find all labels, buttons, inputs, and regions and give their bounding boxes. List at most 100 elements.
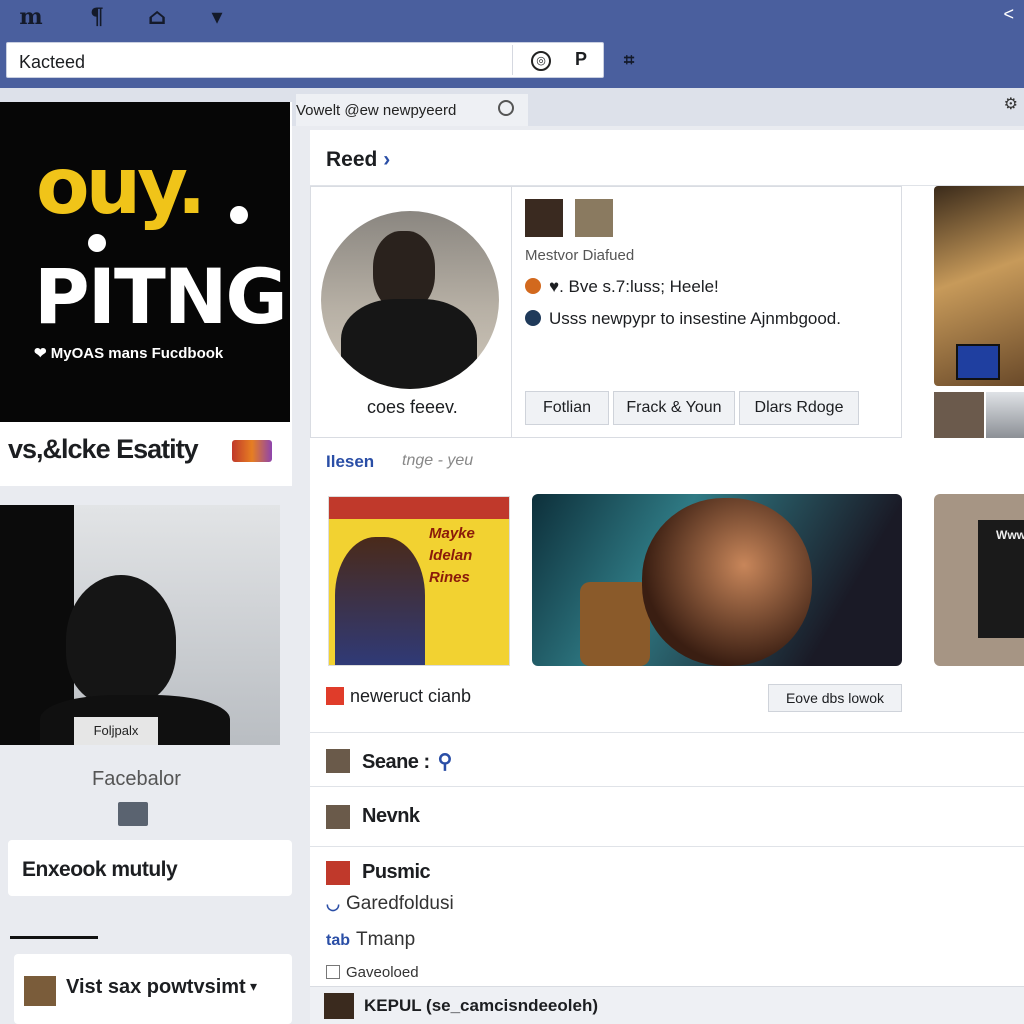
profile-update: Usss newpypr to insestine Ajnmbgood.: [525, 309, 841, 329]
promo-caption: vs,&lcke Esatity: [8, 434, 199, 464]
grid-icon[interactable]: ⌗: [624, 50, 634, 71]
post-link[interactable]: neweruct cianb: [326, 686, 471, 707]
feed-title-text: Reed: [326, 148, 378, 171]
feed-title[interactable]: Reed ›: [326, 148, 390, 172]
mutual-box-label: Enxeook mutuly: [22, 858, 178, 881]
main-feed: Reed › coes feeev. Mestvor Diafued ♥. Bv…: [310, 130, 1024, 1024]
avatar: [324, 993, 354, 1019]
side-photo[interactable]: [934, 186, 1024, 386]
section-subtitle: tnge - yeu: [402, 452, 474, 469]
list-item-label: Seane : ⚲: [362, 749, 452, 774]
search-input[interactable]: Kacteed ◎ P: [6, 42, 604, 78]
post-button[interactable]: Eove dbs lowok: [768, 684, 902, 712]
heart-icon: [525, 278, 541, 294]
list-item-label: Nevnk: [362, 805, 420, 827]
magazine-text: Mayke Idelan Rines: [429, 525, 475, 586]
profile-update-text: Usss newpypr to insestine Ajnmbgood.: [549, 309, 841, 328]
magnifier-icon[interactable]: [498, 100, 514, 116]
avatar: [326, 805, 350, 829]
list-item-label: Pusmic: [362, 861, 431, 883]
brand-label: Facebalor: [92, 768, 181, 790]
promo-headline-2: PITNG: [34, 252, 288, 341]
photo-tag: Foljpalx: [74, 717, 158, 745]
magazine-thumbnail[interactable]: Mayke Idelan Rines: [328, 496, 510, 666]
search-divider: [512, 45, 513, 75]
sub-item[interactable]: tab Tmanp: [326, 929, 415, 951]
search-value: Kacteed: [19, 52, 86, 72]
bottom-entry-label: KEPUL (se_camcisndeeoleh): [364, 996, 598, 1015]
bottom-dropdown-label: Vist sax powtvsimt: [66, 976, 246, 998]
secondary-search[interactable]: Vowelt @ew newpyeerd: [296, 94, 528, 126]
bookmark-icon[interactable]: ¶: [84, 4, 110, 30]
profile-name[interactable]: coes feeev.: [367, 397, 458, 418]
photo-face: [642, 498, 812, 666]
profile-button-2[interactable]: Frack & Youn: [613, 391, 735, 425]
magazine-figure: [335, 537, 425, 665]
mutual-box[interactable]: Enxeook mutuly: [8, 840, 292, 896]
chevron-right-icon[interactable]: ›: [383, 148, 390, 171]
profile-status-text: ♥. Bve s.7:luss; Heele!: [549, 277, 719, 296]
badge-icon: [232, 440, 272, 462]
bottom-entry[interactable]: KEPUL (se_camcisndeeoleh): [310, 986, 1024, 1024]
tv-label: Www: [996, 528, 1024, 542]
friend-thumb[interactable]: [575, 199, 613, 237]
collapse-icon[interactable]: <: [1003, 4, 1014, 25]
profile-divider: [511, 187, 512, 437]
avatar: [326, 861, 350, 885]
promo-banner[interactable]: ouy. PITNG ❤ MyOAS mans Fucdbook: [0, 102, 290, 422]
list-item[interactable]: Nevnk: [310, 786, 1024, 846]
sub-item-label: Garedfoldusi: [345, 893, 454, 914]
monitor-icon: [956, 344, 1000, 380]
feed-header: Reed ›: [310, 130, 1024, 186]
globe-icon: [525, 310, 541, 326]
promo-card[interactable]: ouy. PITNG ❤ MyOAS mans Fucdbook vs,&lck…: [0, 102, 292, 486]
friend-thumb[interactable]: [525, 199, 563, 237]
checkbox-icon[interactable]: [326, 965, 340, 979]
avatar: [326, 749, 350, 773]
section-title[interactable]: Ilesen: [326, 452, 374, 472]
magazine-header: [329, 497, 509, 519]
list-item[interactable]: Seane : ⚲: [310, 732, 1024, 786]
profile-button-1[interactable]: Fotlian: [525, 391, 609, 425]
promo-tagline: ❤ MyOAS mans Fucdbook: [34, 345, 224, 362]
smile-icon: ◡: [326, 896, 340, 913]
side-thumb[interactable]: [934, 392, 984, 438]
settings-icon[interactable]: ⚙: [1004, 94, 1018, 114]
avatar: [24, 976, 56, 1006]
search-icon[interactable]: ◎: [531, 51, 551, 71]
list-note[interactable]: Gaveoloed: [326, 964, 419, 981]
list-item-text: Seane :: [362, 751, 430, 773]
home-icon[interactable]: ⌂: [144, 4, 170, 30]
pin-icon[interactable]: ⚲: [438, 751, 453, 773]
list-note-text: Gaveoloed: [346, 964, 419, 981]
profile-meta: Mestvor Diafued: [525, 247, 635, 264]
promo-dot-2: [88, 234, 106, 252]
bottom-dropdown[interactable]: Vist sax powtvsimt ▾: [14, 954, 292, 1024]
profile-button-3[interactable]: Dlars Rdoge: [739, 391, 859, 425]
sub-item[interactable]: ◡ Garedfoldusi: [326, 893, 454, 915]
m-icon[interactable]: m: [18, 4, 44, 30]
secondary-search-text: Vowelt @ew newpyeerd: [296, 102, 457, 119]
avatar-body: [341, 299, 477, 389]
featured-photo[interactable]: [532, 494, 902, 666]
promo-dot: [230, 206, 248, 224]
image-icon[interactable]: [118, 802, 148, 826]
tab-label: tab: [326, 932, 350, 949]
photo-object: [580, 582, 650, 666]
promo-headline-1: ouy.: [36, 142, 206, 232]
divider: [10, 936, 98, 939]
photo-head: [66, 575, 176, 705]
profile-card: coes feeev. Mestvor Diafued ♥. Bve s.7:l…: [310, 186, 902, 438]
flag-icon: [326, 687, 344, 705]
chevron-down-icon[interactable]: ▾: [250, 978, 257, 995]
top-bar: m ¶ ⌂ ▾ < Kacteed ◎ P ⌗: [0, 0, 1024, 88]
person-photo[interactable]: Foljpalx: [0, 505, 280, 745]
sub-item-label: Tmanp: [356, 929, 416, 950]
profile-status: ♥. Bve s.7:luss; Heele!: [525, 277, 719, 297]
side-thumb[interactable]: [986, 392, 1024, 438]
profile-icon[interactable]: ▾: [204, 4, 230, 30]
pin-icon[interactable]: P: [575, 49, 587, 70]
profile-avatar[interactable]: [321, 211, 499, 389]
post-link-text: neweruct cianb: [350, 686, 472, 706]
tv-thumbnail[interactable]: Www: [934, 494, 1024, 666]
